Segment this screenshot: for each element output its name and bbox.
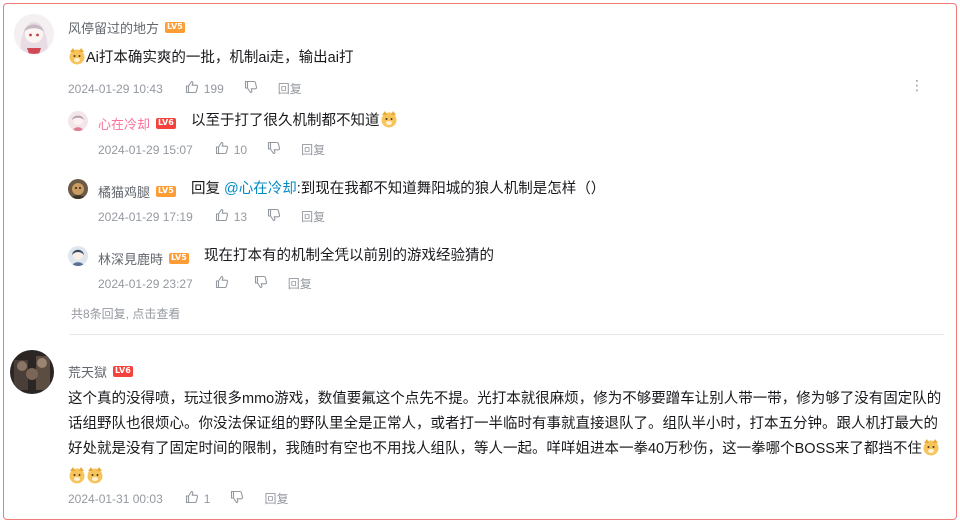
level-badge: LV5 xyxy=(156,186,176,197)
timestamp: 2024-01-29 23:27 xyxy=(98,276,193,291)
comment-line xyxy=(68,465,948,493)
reply-button[interactable]: 回复 xyxy=(278,80,302,97)
view-more-replies: 共8条回复, 点击查看 xyxy=(71,305,180,322)
avatar[interactable] xyxy=(14,14,54,54)
reply-body: 现在打本有的机制全凭以前别的游戏经验猜的 xyxy=(204,248,494,264)
thumb-down-icon xyxy=(267,208,281,225)
reply-text: 以至于打了很久机制都不知道 xyxy=(191,109,398,137)
dislike-button[interactable] xyxy=(244,80,258,97)
comment-line: 好处就是没有了固定时间的限制，我随时有空也不用找人组队，等人一起。咩咩姐进本一拳… xyxy=(68,437,948,465)
timestamp: 2024-01-31 00:03 xyxy=(68,491,163,506)
avatar[interactable] xyxy=(68,111,88,131)
username[interactable]: 风停留过的地方 LV5 xyxy=(68,18,185,37)
reply-button[interactable]: 回复 xyxy=(301,141,325,158)
level-badge: LV6 xyxy=(113,366,133,377)
thumb-up-icon xyxy=(215,141,229,158)
reply-prefix: 回复 xyxy=(191,181,220,197)
username-text[interactable]: 风停留过的地方 xyxy=(68,18,159,37)
timestamp: 2024-01-29 10:43 xyxy=(68,81,163,96)
thumb-down-icon xyxy=(254,275,268,292)
reply-button[interactable]: 回复 xyxy=(288,275,312,292)
username[interactable]: 荒天獄 LV6 xyxy=(68,362,133,381)
comment-meta: 2024-01-29 10:43 199 回复 xyxy=(68,80,302,97)
like-button[interactable]: 199 xyxy=(185,80,224,97)
username-text[interactable]: 林深見鹿時 xyxy=(98,249,163,268)
reply-meta: 2024-01-29 17:19 13 回复 xyxy=(98,208,325,225)
comment-section: 风停留过的地方 LV5 Ai打本确实爽的一批，机制ai走，输出ai打 2024-… xyxy=(3,3,957,520)
reply-count-text: 共8条回复, xyxy=(71,307,130,321)
comment-line: 话组野队也很烦心。你没法保证组的野队里全是正常人，或者打一半临时有事就直接退队了… xyxy=(68,416,938,432)
like-count: 13 xyxy=(233,209,248,224)
reply-text: 回复 @心在冷却:到现在我都不知道舞阳城的狼人机制是怎样（） xyxy=(191,177,605,202)
dislike-button[interactable] xyxy=(267,141,281,158)
dislike-button[interactable] xyxy=(230,490,244,507)
like-count: 1 xyxy=(203,491,211,506)
level-badge: LV5 xyxy=(165,22,185,33)
like-button[interactable]: 10 xyxy=(215,141,247,158)
reply-meta: 2024-01-29 15:07 10 回复 xyxy=(98,141,325,158)
avatar[interactable] xyxy=(68,246,88,266)
doge-emoji-icon xyxy=(68,47,86,74)
username[interactable]: 心在冷却 LV6 xyxy=(98,114,176,133)
dislike-button[interactable] xyxy=(267,208,281,225)
username-text[interactable]: 橘猫鸡腿 xyxy=(98,182,150,201)
comment-line-text: 好处就是没有了固定时间的限制，我随时有空也不用找人组队，等人一起。咩咩姐进本一拳… xyxy=(68,441,922,457)
dislike-button[interactable] xyxy=(254,275,268,292)
level-badge: LV5 xyxy=(169,253,189,264)
like-button[interactable]: 13 xyxy=(215,208,247,225)
username-text[interactable]: 荒天獄 xyxy=(68,362,107,381)
level-badge: LV6 xyxy=(156,118,176,129)
thumb-up-icon xyxy=(215,275,229,292)
doge-emoji-icon xyxy=(68,466,86,493)
reply-button[interactable]: 回复 xyxy=(301,208,325,225)
thumb-up-icon xyxy=(185,80,199,97)
username-text[interactable]: 心在冷却 xyxy=(98,114,150,133)
username[interactable]: 橘猫鸡腿 LV5 xyxy=(98,182,176,201)
divider xyxy=(70,334,944,335)
comment-text: 这个真的没得喷，玩过很多mmo游戏，数值要氟这个点先不提。光打本就很麻烦，修为不… xyxy=(68,387,948,493)
thumb-down-icon xyxy=(244,80,258,97)
avatar[interactable] xyxy=(10,350,54,394)
like-count: 199 xyxy=(203,81,224,96)
comment-meta: 2024-01-31 00:03 1 回复 xyxy=(68,490,288,507)
doge-emoji-icon xyxy=(922,438,940,465)
more-vertical-icon[interactable]: ⋮ xyxy=(910,78,924,92)
avatar[interactable] xyxy=(68,179,88,199)
view-more-link[interactable]: 点击查看 xyxy=(132,307,180,321)
thumb-down-icon xyxy=(230,490,244,507)
thumb-up-icon xyxy=(185,490,199,507)
mention-link[interactable]: @心在冷却 xyxy=(224,181,297,197)
doge-emoji-icon xyxy=(380,110,398,137)
like-button[interactable] xyxy=(215,275,234,292)
timestamp: 2024-01-29 17:19 xyxy=(98,209,193,224)
reply-body: 到现在我都不知道舞阳城的狼人机制是怎样（） xyxy=(300,181,606,197)
comment-text: Ai打本确实爽的一批，机制ai走，输出ai打 xyxy=(68,46,353,74)
like-button[interactable]: 1 xyxy=(185,490,211,507)
reply-body: 以至于打了很久机制都不知道 xyxy=(191,113,380,129)
comment-body: Ai打本确实爽的一批，机制ai走，输出ai打 xyxy=(86,50,354,66)
reply-button[interactable]: 回复 xyxy=(264,490,288,507)
comment-line: 这个真的没得喷，玩过很多mmo游戏，数值要氟这个点先不提。光打本就很麻烦，修为不… xyxy=(68,391,942,407)
timestamp: 2024-01-29 15:07 xyxy=(98,142,193,157)
doge-emoji-icon xyxy=(86,466,104,493)
thumb-up-icon xyxy=(215,208,229,225)
reply-text: 现在打本有的机制全凭以前别的游戏经验猜的 xyxy=(204,244,494,269)
like-count: 10 xyxy=(233,142,248,157)
username[interactable]: 林深見鹿時 LV5 xyxy=(98,249,189,268)
thumb-down-icon xyxy=(267,141,281,158)
reply-meta: 2024-01-29 23:27 回复 xyxy=(98,275,312,292)
